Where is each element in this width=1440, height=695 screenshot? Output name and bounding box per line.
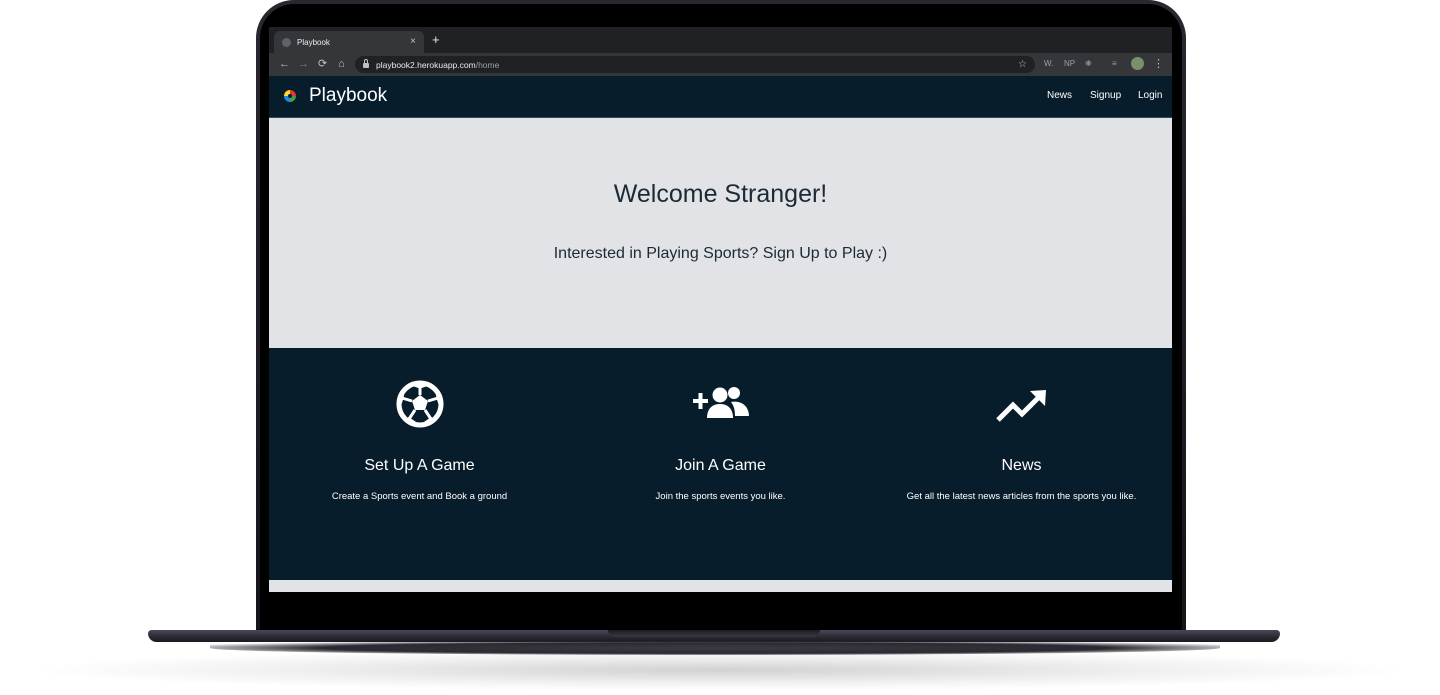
reading-list-icon[interactable]: ≡ <box>1112 58 1117 70</box>
navbar: Playbook News Signup Login <box>269 76 1172 118</box>
forward-icon[interactable]: → <box>298 57 309 71</box>
trending-up-icon <box>995 390 1046 422</box>
close-tab-icon[interactable]: × <box>410 37 416 47</box>
features-section: Set Up A Game Create a Sports event and … <box>269 348 1172 580</box>
back-icon[interactable]: ← <box>279 57 290 71</box>
menu-icon[interactable]: ⋮ <box>1153 57 1164 71</box>
new-tab-icon[interactable]: + <box>432 33 440 47</box>
profile-avatar[interactable] <box>1131 57 1144 70</box>
feature-title: Join A Game <box>675 457 766 474</box>
feature-setup-game: Set Up A Game Create a Sports event and … <box>269 348 570 580</box>
extension-react-icon[interactable]: ❋ <box>1085 58 1092 70</box>
tab-title: Playbook <box>297 37 330 47</box>
feature-description: Join the sports events you like. <box>655 491 786 502</box>
extension-np-icon[interactable]: NP <box>1064 58 1075 70</box>
hero-section: Welcome Stranger! Interested in Playing … <box>269 118 1172 348</box>
brand-name[interactable]: Playbook <box>309 85 387 107</box>
footer-strip <box>269 580 1172 592</box>
bookmark-star-icon[interactable]: ☆ <box>1018 59 1027 70</box>
nav-link-news[interactable]: News <box>1047 90 1072 101</box>
feature-join-game: Join A Game Join the sports events you l… <box>570 348 871 580</box>
hero-title: Welcome Stranger! <box>613 180 828 208</box>
home-icon[interactable]: ⌂ <box>338 57 345 71</box>
feature-description: Create a Sports event and Book a ground <box>331 491 508 502</box>
url-path: /home <box>475 59 500 70</box>
hero-subtitle: Interested in Playing Sports? Sign Up to… <box>553 245 888 262</box>
tab-strip: Playbook × + <box>269 27 1172 53</box>
add-users-icon <box>692 387 749 418</box>
reload-icon[interactable]: ⟳ <box>318 57 327 71</box>
address-bar[interactable]: playbook2.herokuapp.com /home ☆ <box>355 56 1035 73</box>
soccer-ball-icon <box>396 380 443 428</box>
laptop-notch <box>608 630 820 637</box>
favicon-icon <box>282 37 291 47</box>
laptop-foot <box>210 641 1220 655</box>
lock-icon <box>363 59 369 68</box>
feature-description: Get all the latest news articles from th… <box>906 491 1137 502</box>
browser-window: Playbook × + ← → ⟳ ⌂ playbook2.herokuapp… <box>269 27 1172 592</box>
feature-title: News <box>1001 457 1042 474</box>
browser-toolbar: ← → ⟳ ⌂ playbook2.herokuapp.com /home ☆ … <box>269 53 1172 76</box>
brand-logo-icon[interactable] <box>284 90 296 102</box>
feature-title: Set Up A Game <box>364 457 475 474</box>
extension-w-icon[interactable]: W. <box>1044 58 1053 70</box>
url-host: playbook2.herokuapp.com <box>376 59 476 70</box>
nav-link-login[interactable]: Login <box>1138 90 1162 101</box>
browser-tab[interactable]: Playbook × <box>274 31 424 53</box>
nav-link-signup[interactable]: Signup <box>1090 90 1121 101</box>
laptop-shadow <box>40 650 1400 690</box>
feature-news: News Get all the latest news articles fr… <box>871 348 1172 580</box>
